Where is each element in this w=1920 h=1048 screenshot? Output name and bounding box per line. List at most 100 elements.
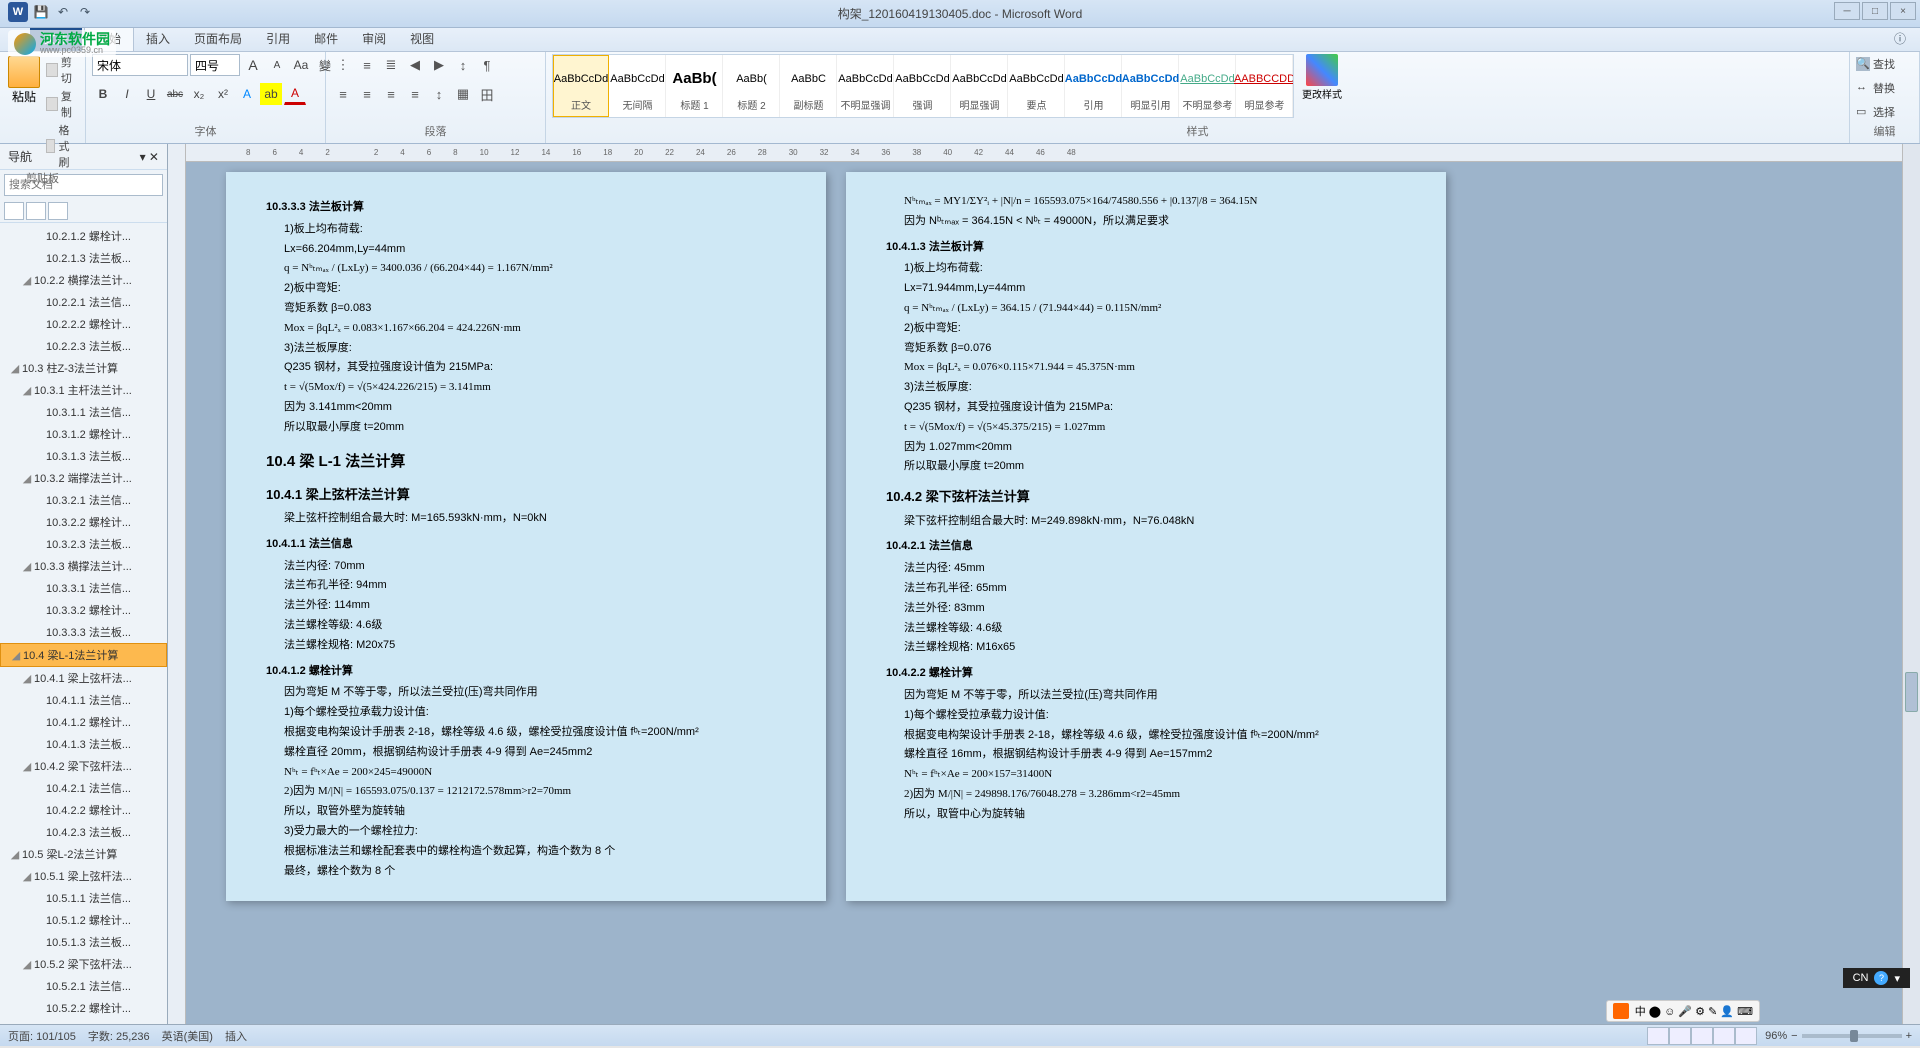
help-button[interactable]: ⓘ — [1890, 26, 1910, 51]
shading-button[interactable]: ▦ — [452, 83, 474, 105]
nav-item[interactable]: ◢10.5.1 梁上弦杆法... — [0, 865, 167, 887]
nav-item[interactable]: ◢10.5.2 梁下弦杆法... — [0, 953, 167, 975]
bold-button[interactable]: B — [92, 83, 114, 105]
undo-button[interactable]: ↶ — [54, 3, 72, 21]
borders-button[interactable]: 田 — [476, 83, 498, 105]
nav-item[interactable]: 10.5.2.3 法兰板... — [0, 1019, 167, 1024]
find-button[interactable]: 🔍查找 — [1856, 54, 1895, 74]
nav-item[interactable]: 10.2.1.2 螺栓计... — [0, 225, 167, 247]
nav-item[interactable]: 10.3.3.2 螺栓计... — [0, 599, 167, 621]
style-明显引用[interactable]: AaBbCcDd明显引用 — [1123, 55, 1179, 117]
nav-item[interactable]: 10.5.2.2 螺栓计... — [0, 997, 167, 1019]
maximize-button[interactable]: □ — [1862, 2, 1888, 20]
nav-item[interactable]: 10.5.1.2 螺栓计... — [0, 909, 167, 931]
save-button[interactable]: 💾 — [32, 3, 50, 21]
style-副标题[interactable]: AaBbC副标题 — [781, 55, 837, 117]
ime-badge[interactable]: CN ? ▾ — [1843, 968, 1910, 988]
style-正文[interactable]: AaBbCcDd正文 — [553, 55, 609, 117]
nav-item[interactable]: 10.3.2.2 螺栓计... — [0, 511, 167, 533]
nav-item[interactable]: ◢10.3.3 横撑法兰计... — [0, 555, 167, 577]
nav-item[interactable]: 10.4.1.3 法兰板... — [0, 733, 167, 755]
nav-item[interactable]: 10.3.1.2 螺栓计... — [0, 423, 167, 445]
nav-item[interactable]: ◢10.2.2 横撑法兰计... — [0, 269, 167, 291]
nav-item[interactable]: 10.4.1.2 螺栓计... — [0, 711, 167, 733]
nav-item[interactable]: 10.4.1.1 法兰信... — [0, 689, 167, 711]
grow-font-button[interactable]: A — [242, 54, 264, 76]
style-标题 2[interactable]: AaBb(标题 2 — [724, 55, 780, 117]
vertical-scrollbar[interactable] — [1902, 144, 1920, 1024]
nav-item[interactable]: 10.4.2.2 螺栓计... — [0, 799, 167, 821]
style-gallery[interactable]: AaBbCcDd正文AaBbCcDd无间隔AaBb(标题 1AaBb(标题 2A… — [552, 54, 1294, 118]
nav-item[interactable]: ◢10.4 梁L-1法兰计算 — [0, 643, 167, 667]
change-styles-button[interactable]: 更改样式 — [1298, 54, 1346, 101]
italic-button[interactable]: I — [116, 83, 138, 105]
nav-item[interactable]: ◢10.3.2 端撑法兰计... — [0, 467, 167, 489]
line-spacing-button[interactable]: ↕ — [428, 83, 450, 105]
zoom-slider[interactable] — [1802, 1034, 1902, 1038]
tab-视图[interactable]: 视图 — [398, 26, 446, 51]
nav-item[interactable]: 10.4.2.1 法兰信... — [0, 777, 167, 799]
style-标题 1[interactable]: AaBb(标题 1 — [667, 55, 723, 117]
replace-button[interactable]: ↔替换 — [1856, 78, 1895, 98]
style-明显参考[interactable]: AABBCCDD明显参考 — [1237, 55, 1293, 117]
style-明显强调[interactable]: AaBbCcDd明显强调 — [952, 55, 1008, 117]
zoom-out-button[interactable]: − — [1791, 1030, 1797, 1042]
cut-button[interactable]: 剪切 — [46, 54, 79, 86]
nav-item[interactable]: 10.2.2.3 法兰板... — [0, 335, 167, 357]
nav-item[interactable]: 10.2.1.3 法兰板... — [0, 247, 167, 269]
underline-button[interactable]: U — [140, 83, 162, 105]
zoom-in-button[interactable]: + — [1906, 1030, 1912, 1042]
tab-引用[interactable]: 引用 — [254, 26, 302, 51]
horizontal-ruler[interactable]: 8642246810121416182022242628303234363840… — [186, 144, 1902, 162]
tab-页面布局[interactable]: 页面布局 — [182, 26, 254, 51]
insert-mode[interactable]: 插入 — [225, 1028, 247, 1044]
style-无间隔[interactable]: AaBbCcDd无间隔 — [610, 55, 666, 117]
nav-item[interactable]: ◢10.4.2 梁下弦杆法... — [0, 755, 167, 777]
nav-item[interactable]: 10.3.2.3 法兰板... — [0, 533, 167, 555]
nav-tree[interactable]: 10.2.1.2 螺栓计...10.2.1.3 法兰板...◢10.2.2 横撑… — [0, 223, 167, 1024]
word-count[interactable]: 字数: 25,236 — [88, 1028, 150, 1044]
tab-插入[interactable]: 插入 — [134, 26, 182, 51]
decrease-indent-button[interactable]: ◀ — [404, 54, 426, 76]
nav-item[interactable]: 10.3.1.1 法兰信... — [0, 401, 167, 423]
tab-邮件[interactable]: 邮件 — [302, 26, 350, 51]
nav-item[interactable]: 10.3.2.1 法兰信... — [0, 489, 167, 511]
redo-button[interactable]: ↷ — [76, 3, 94, 21]
nav-item[interactable]: ◢10.4.1 梁上弦杆法... — [0, 667, 167, 689]
nav-item[interactable]: ◢10.3 柱Z-3法兰计算 — [0, 357, 167, 379]
subscript-button[interactable]: x₂ — [188, 83, 210, 105]
superscript-button[interactable]: x² — [212, 83, 234, 105]
nav-item[interactable]: 10.4.2.3 法兰板... — [0, 821, 167, 843]
zoom-level[interactable]: 96% — [1765, 1030, 1787, 1042]
document-page-2[interactable]: Nᵇₜₘₐₓ = MY1/ΣY²ᵢ + |N|/n = 165593.075×1… — [846, 172, 1446, 901]
highlight-button[interactable]: ab — [260, 83, 282, 105]
nav-item[interactable]: ◢10.3.1 主杆法兰计... — [0, 379, 167, 401]
view-buttons[interactable] — [1647, 1027, 1757, 1045]
sort-button[interactable]: ↕ — [452, 54, 474, 76]
change-case-button[interactable]: Aa — [290, 54, 312, 76]
style-强调[interactable]: AaBbCcDd强调 — [895, 55, 951, 117]
nav-item[interactable]: ◢10.5 梁L-2法兰计算 — [0, 843, 167, 865]
style-要点[interactable]: AaBbCcDd要点 — [1009, 55, 1065, 117]
numbering-button[interactable]: ≡ — [356, 54, 378, 76]
show-marks-button[interactable]: ¶ — [476, 54, 498, 76]
select-button[interactable]: ▭选择 — [1856, 102, 1895, 122]
nav-item[interactable]: 10.2.2.2 螺栓计... — [0, 313, 167, 335]
text-effects-button[interactable]: A — [236, 83, 258, 105]
nav-item[interactable]: 10.5.2.1 法兰信... — [0, 975, 167, 997]
shrink-font-button[interactable]: A — [266, 54, 288, 76]
close-button[interactable]: × — [1890, 2, 1916, 20]
multilevel-button[interactable]: ≣ — [380, 54, 402, 76]
strikethrough-button[interactable]: abc — [164, 83, 186, 105]
nav-view-headings[interactable] — [4, 202, 24, 220]
nav-item[interactable]: 10.2.2.1 法兰信... — [0, 291, 167, 313]
font-size-combo[interactable] — [190, 54, 240, 76]
page-indicator[interactable]: 页面: 101/105 — [8, 1028, 76, 1044]
nav-view-pages[interactable] — [26, 202, 46, 220]
style-引用[interactable]: AaBbCcDd引用 — [1066, 55, 1122, 117]
bullets-button[interactable]: ⋮ — [332, 54, 354, 76]
style-不明显参考[interactable]: AaBbCcDd不明显参考 — [1180, 55, 1236, 117]
nav-item[interactable]: 10.5.1.1 法兰信... — [0, 887, 167, 909]
paste-button[interactable]: 粘贴 — [6, 54, 42, 107]
align-center-button[interactable]: ≡ — [356, 83, 378, 105]
